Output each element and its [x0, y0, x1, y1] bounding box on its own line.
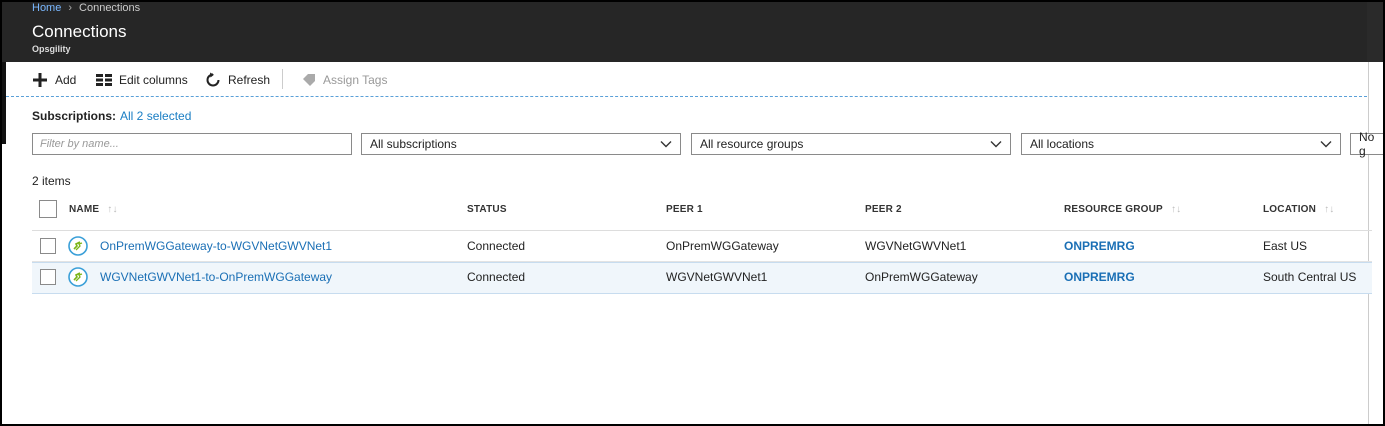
column-header-peer2-label: PEER 2 — [865, 204, 902, 215]
connection-name-link[interactable]: WGVNetGWVNet1-to-OnPremWGGateway — [100, 262, 332, 292]
resource-group-link[interactable]: ONPREMRG — [1064, 231, 1135, 261]
status-cell: Connected — [467, 239, 526, 253]
subscriptions-link[interactable]: All 2 selected — [120, 109, 191, 123]
connection-name-link[interactable]: OnPremWGGateway-to-WGVNetGWVNet1 — [100, 231, 332, 261]
grouping-dropdown[interactable]: No g — [1350, 130, 1383, 158]
refresh-label: Refresh — [228, 73, 271, 87]
edit-columns-button[interactable]: Edit columns — [96, 70, 188, 90]
items-count: 2 items — [32, 174, 71, 188]
sort-icon: ↑↓ — [107, 204, 118, 215]
page-subtitle: Opsgility — [32, 44, 71, 54]
subscriptions-summary: Subscriptions: All 2 selected — [32, 109, 191, 123]
breadcrumb-current: Connections — [79, 2, 141, 14]
resource-groups-dropdown-value: All resource groups — [700, 137, 804, 151]
blade-header: Home › Connections Connections Opsgility — [2, 2, 1383, 62]
breadcrumb-home-link[interactable]: Home — [32, 2, 61, 14]
sort-icon: ↑↓ — [1324, 204, 1335, 215]
column-header-peer2: PEER 2 — [865, 204, 902, 215]
column-header-status: STATUS — [467, 204, 507, 215]
column-header-resource-group-label: RESOURCE GROUP — [1064, 204, 1163, 215]
column-header-name-label: NAME — [69, 204, 100, 215]
column-header-peer1-label: PEER 1 — [666, 204, 703, 215]
status-cell: Connected — [467, 270, 526, 284]
column-header-name[interactable]: NAME ↑↓ — [69, 204, 118, 215]
connection-icon — [68, 236, 88, 256]
table-row[interactable]: WGVNetGWVNet1-to-OnPremWGGateway Connect… — [32, 262, 1372, 294]
column-header-location[interactable]: LOCATION ↑↓ — [1263, 204, 1334, 215]
breadcrumb: Home › Connections — [32, 2, 140, 14]
peer2-cell: OnPremWGGateway — [865, 270, 978, 284]
row-checkbox[interactable] — [40, 269, 56, 285]
column-header-peer1: PEER 1 — [666, 204, 703, 215]
table-header-row: NAME ↑↓ STATUS PEER 1 PEER 2 RESOURCE GRO… — [32, 194, 1372, 231]
assign-tags-button[interactable]: Assign Tags — [302, 70, 387, 90]
header-scroll-area — [1367, 2, 1383, 62]
grouping-dropdown-value: No g — [1359, 130, 1375, 158]
filter-by-name-input[interactable] — [33, 134, 351, 154]
refresh-button[interactable]: Refresh — [205, 70, 270, 90]
peer1-cell: WGVNetGWVNet1 — [666, 270, 768, 284]
page-title: Connections — [32, 22, 127, 41]
table-row[interactable]: OnPremWGGateway-to-WGVNetGWVNet1 Connect… — [32, 231, 1372, 262]
edit-columns-label: Edit columns — [119, 73, 188, 87]
location-cell: South Central US — [1263, 270, 1357, 284]
row-checkbox[interactable] — [40, 238, 56, 254]
chevron-down-icon — [660, 141, 672, 148]
resource-groups-dropdown[interactable]: All resource groups — [691, 133, 1011, 155]
column-header-location-label: LOCATION — [1263, 204, 1317, 215]
chevron-down-icon — [1320, 141, 1332, 148]
add-button-label: Add — [55, 73, 77, 87]
column-header-status-label: STATUS — [467, 204, 507, 215]
connections-blade: Home › Connections Connections Opsgility A… — [0, 0, 1385, 426]
peer1-cell: OnPremWGGateway — [666, 239, 779, 253]
location-cell: East US — [1263, 239, 1308, 253]
subscriptions-label: Subscriptions: — [32, 109, 117, 123]
chevron-down-icon — [990, 141, 1002, 148]
add-button[interactable]: Add — [32, 70, 76, 90]
column-header-resource-group[interactable]: RESOURCE GROUP ↑↓ — [1064, 204, 1181, 215]
breadcrumb-separator: › — [68, 2, 73, 14]
locations-dropdown[interactable]: All locations — [1021, 133, 1341, 155]
subscriptions-dropdown-value: All subscriptions — [370, 137, 457, 151]
command-bar: Add Edit columns Refresh Assign Tags — [6, 62, 1367, 97]
columns-icon — [96, 73, 112, 87]
filter-by-name-box — [32, 133, 352, 155]
toolbar-divider — [282, 69, 283, 89]
refresh-icon — [205, 72, 221, 88]
subscriptions-dropdown[interactable]: All subscriptions — [361, 133, 681, 155]
locations-dropdown-value: All locations — [1030, 137, 1095, 151]
resource-group-link[interactable]: ONPREMRG — [1064, 262, 1135, 292]
peer2-cell: WGVNetGWVNet1 — [865, 239, 967, 253]
connection-icon — [68, 267, 88, 287]
assign-tags-label: Assign Tags — [323, 73, 388, 87]
sort-icon: ↑↓ — [1170, 204, 1182, 215]
tag-icon — [302, 73, 316, 87]
plus-icon — [32, 72, 48, 88]
select-all-checkbox[interactable] — [39, 200, 57, 218]
